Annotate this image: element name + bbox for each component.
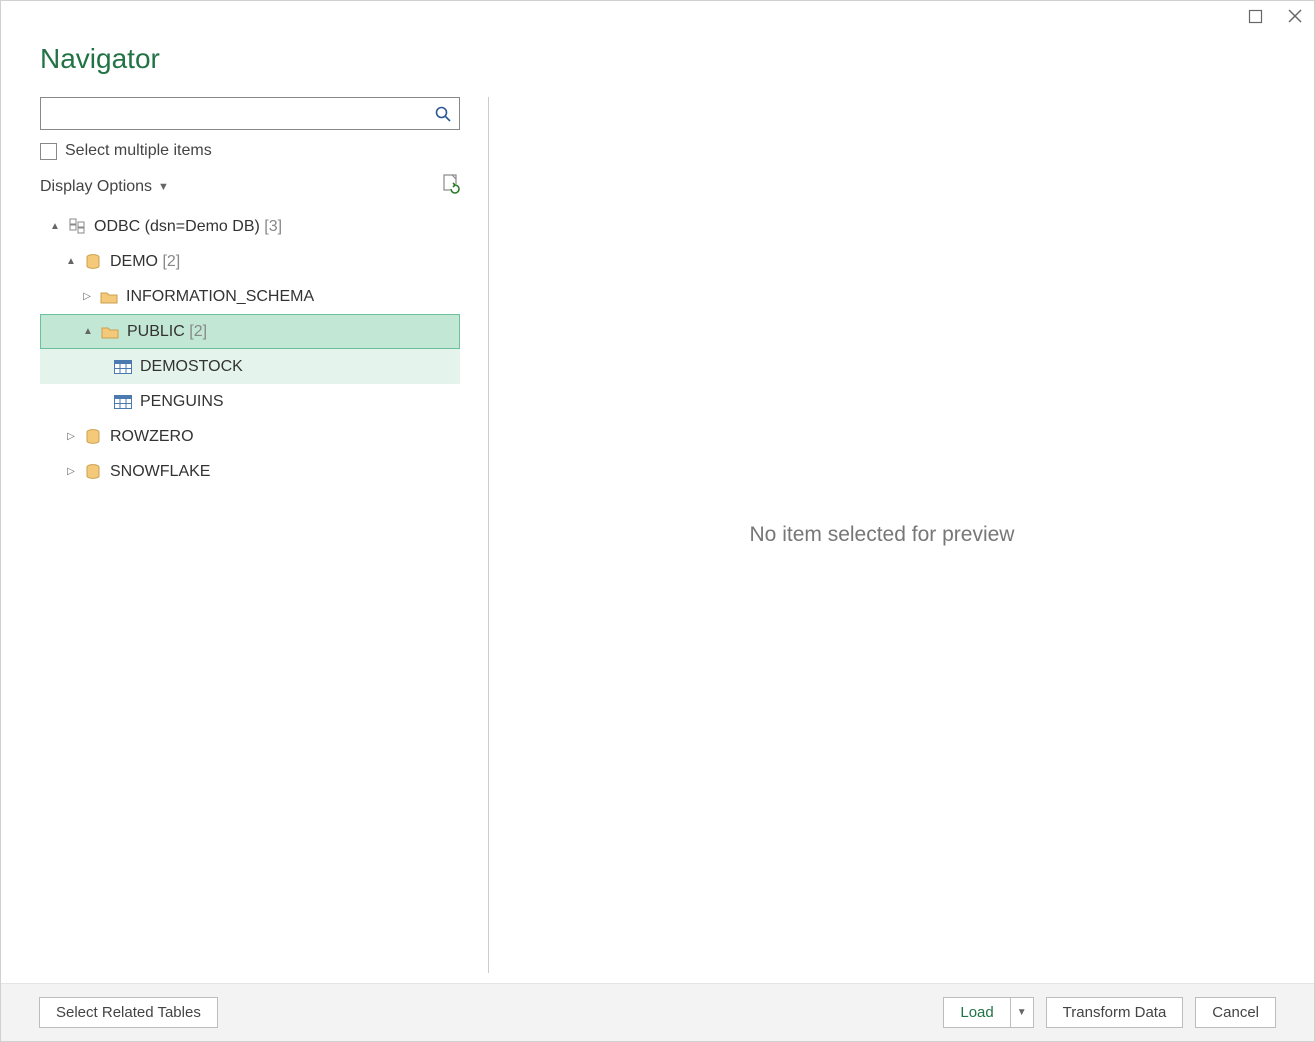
display-options-label: Display Options bbox=[40, 178, 152, 196]
tree-node-label: DEMO [2] bbox=[110, 253, 180, 271]
load-button[interactable]: Load bbox=[943, 997, 1010, 1028]
caret-down-icon: ▼ bbox=[158, 181, 169, 193]
tree-node-label: ROWZERO bbox=[110, 428, 194, 446]
checkbox-icon bbox=[40, 143, 57, 160]
cancel-button[interactable]: Cancel bbox=[1195, 997, 1276, 1028]
database-icon bbox=[82, 464, 104, 480]
footer-actions: Load ▼ Transform Data Cancel bbox=[943, 997, 1276, 1028]
datasource-icon bbox=[66, 218, 88, 236]
expander-icon[interactable]: ▲ bbox=[81, 326, 95, 337]
dialog-body: Select multiple items Display Options ▼ bbox=[1, 79, 1314, 983]
tree-node-table[interactable]: PENGUINS bbox=[40, 384, 460, 419]
select-multiple-items[interactable]: Select multiple items bbox=[40, 130, 460, 170]
titlebar bbox=[1, 1, 1314, 31]
tree-node-database[interactable]: ▷ ROWZERO bbox=[40, 419, 460, 454]
table-icon bbox=[112, 395, 134, 409]
table-icon bbox=[112, 360, 134, 374]
expander-icon[interactable]: ▲ bbox=[64, 256, 78, 267]
select-multiple-label: Select multiple items bbox=[65, 142, 212, 160]
select-related-tables-button[interactable]: Select Related Tables bbox=[39, 997, 218, 1028]
caret-down-icon: ▼ bbox=[1017, 1007, 1027, 1018]
tree-node-label: PENGUINS bbox=[140, 393, 224, 411]
tree-node-datasource[interactable]: ▲ ODBC (dsn=Demo DB) [3] bbox=[40, 209, 460, 244]
tree-node-label: ODBC (dsn=Demo DB) [3] bbox=[94, 218, 282, 236]
tree-node-label: DEMOSTOCK bbox=[140, 358, 243, 376]
expander-icon[interactable]: ▷ bbox=[64, 431, 78, 442]
database-icon bbox=[82, 429, 104, 445]
database-icon bbox=[82, 254, 104, 270]
transform-data-button[interactable]: Transform Data bbox=[1046, 997, 1184, 1028]
refresh-button[interactable] bbox=[442, 174, 460, 199]
preview-empty-message: No item selected for preview bbox=[750, 523, 1015, 547]
expander-icon[interactable]: ▷ bbox=[64, 466, 78, 477]
display-options-dropdown[interactable]: Display Options ▼ bbox=[40, 178, 169, 196]
close-button[interactable] bbox=[1287, 8, 1303, 24]
maximize-icon bbox=[1249, 10, 1262, 23]
navigation-panel: Select multiple items Display Options ▼ bbox=[40, 97, 480, 973]
expander-icon[interactable]: ▲ bbox=[48, 221, 62, 232]
maximize-button[interactable] bbox=[1247, 8, 1263, 24]
refresh-icon bbox=[442, 174, 460, 194]
tree-node-table[interactable]: DEMOSTOCK bbox=[40, 349, 460, 384]
navigation-tree: ▲ ODBC (dsn=Demo DB) [3] ▲ bbox=[40, 209, 460, 973]
tree-node-label: INFORMATION_SCHEMA bbox=[126, 288, 314, 306]
tree-node-database[interactable]: ▷ SNOWFLAKE bbox=[40, 454, 460, 489]
search-box[interactable] bbox=[40, 97, 460, 130]
display-options-row: Display Options ▼ bbox=[40, 170, 460, 209]
search-input[interactable] bbox=[41, 98, 427, 129]
folder-icon bbox=[99, 325, 121, 339]
tree-node-label: SNOWFLAKE bbox=[110, 463, 210, 481]
tree-node-schema-public[interactable]: ▲ PUBLIC [2] bbox=[40, 314, 460, 349]
tree-node-label: PUBLIC [2] bbox=[127, 323, 207, 341]
preview-panel: No item selected for preview bbox=[488, 97, 1275, 973]
search-icon bbox=[427, 106, 459, 122]
load-dropdown-button[interactable]: ▼ bbox=[1011, 997, 1034, 1028]
navigator-dialog: Navigator Select multiple items Display … bbox=[0, 0, 1315, 1042]
close-icon bbox=[1288, 9, 1302, 23]
tree-node-schema[interactable]: ▷ INFORMATION_SCHEMA bbox=[40, 279, 460, 314]
folder-icon bbox=[98, 290, 120, 304]
dialog-header: Navigator bbox=[1, 31, 1314, 79]
dialog-title: Navigator bbox=[40, 43, 1275, 75]
tree-node-database[interactable]: ▲ DEMO [2] bbox=[40, 244, 460, 279]
expander-icon[interactable]: ▷ bbox=[80, 291, 94, 302]
dialog-footer: Select Related Tables Load ▼ Transform D… bbox=[1, 983, 1314, 1041]
load-button-group: Load ▼ bbox=[943, 997, 1033, 1028]
